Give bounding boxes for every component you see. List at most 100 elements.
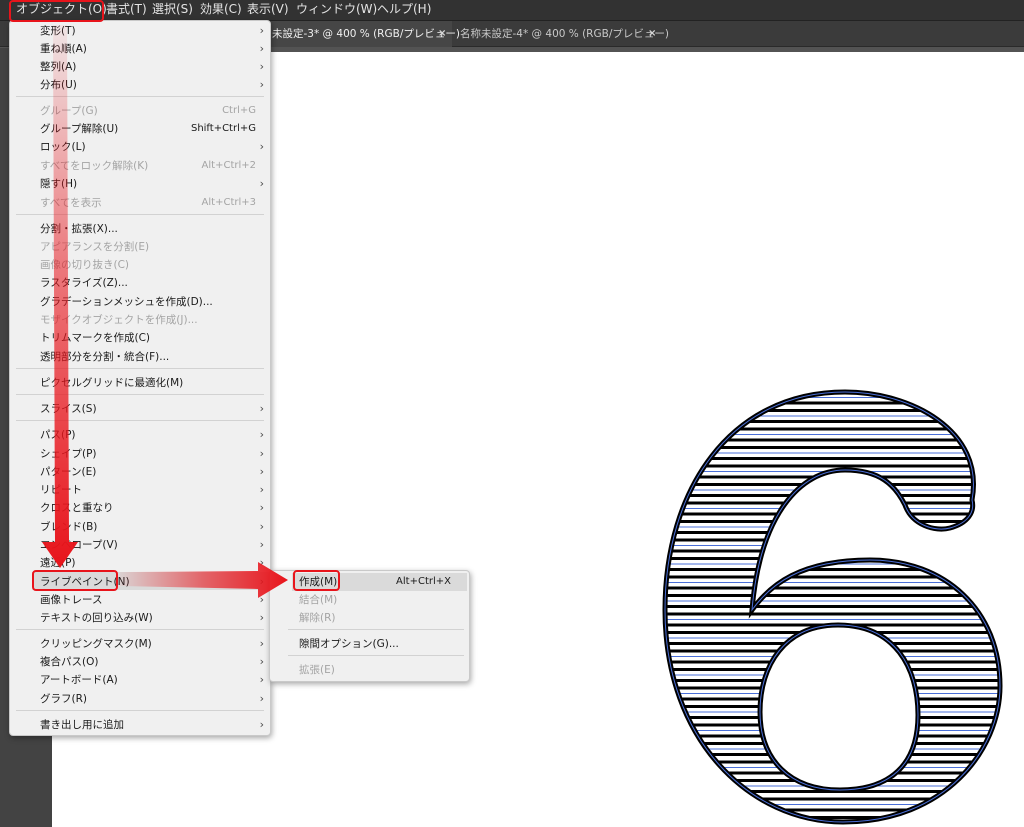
menu-item-label: グループ解除(U): [40, 123, 119, 135]
menu-separator: [16, 629, 264, 630]
submenu-item-label: 結合(M): [299, 594, 338, 606]
chevron-right-icon: ›: [259, 177, 264, 190]
menu-item-label: トリムマークを作成(C): [40, 332, 151, 344]
menu-item-label: 隠す(H): [40, 178, 78, 190]
menu-item-label: グループ(G): [40, 105, 98, 117]
menu-item-label: ブレンド(B): [40, 521, 98, 533]
chevron-right-icon: ›: [259, 520, 264, 533]
menu-item-shortcut: Alt+Ctrl+2: [201, 160, 256, 171]
menu-item-label: モザイクオブジェクトを作成(J)...: [40, 314, 198, 326]
menu-item[interactable]: 透明部分を分割・統合(F)...: [40, 348, 268, 366]
chevron-right-icon: ›: [259, 692, 264, 705]
menu-item: グループ(G) Ctrl+G: [40, 102, 268, 120]
chevron-right-icon: ›: [259, 140, 264, 153]
menu-item[interactable]: ピクセルグリッドに最適化(M): [40, 374, 268, 392]
chevron-right-icon: ›: [259, 538, 264, 551]
menu-item-label: 画像の切り抜き(C): [40, 259, 130, 271]
callout-live-paint: [32, 570, 118, 591]
submenu-item-label: 隙間オプション(G)...: [299, 638, 399, 650]
submenu-item: 拡張(E): [299, 661, 465, 679]
chevron-right-icon: ›: [259, 60, 264, 73]
menu-separator: [16, 420, 264, 421]
menu-item[interactable]: ブレンド(B) ›: [40, 518, 268, 536]
menu-item[interactable]: 隠す(H) ›: [40, 175, 268, 193]
menu-item-label: 分割・拡張(X)...: [40, 223, 118, 235]
menu-separator: [16, 96, 264, 97]
menu-item[interactable]: グラデーションメッシュを作成(D)...: [40, 293, 268, 311]
chevron-right-icon: ›: [259, 428, 264, 441]
submenu-item: 結合(M): [299, 591, 465, 609]
submenu-item-label: 拡張(E): [299, 664, 335, 676]
menu-item-label: スライス(S): [40, 403, 97, 415]
chevron-right-icon: ›: [259, 637, 264, 650]
menu-item[interactable]: 分布(U) ›: [40, 76, 268, 94]
submenu-item[interactable]: 隙間オプション(G)...: [299, 635, 465, 653]
menu-item: すべてを表示 Alt+Ctrl+3: [40, 194, 268, 212]
menu-item[interactable]: 重ね順(A) ›: [40, 40, 268, 58]
menu-item[interactable]: 画像トレース ›: [40, 591, 268, 609]
menu-item-shortcut: Shift+Ctrl+G: [190, 123, 256, 134]
menu-item[interactable]: 変形(T) ›: [40, 22, 268, 40]
chevron-right-icon: ›: [259, 42, 264, 55]
menu-item[interactable]: クリッピングマスク(M) ›: [40, 635, 268, 653]
menu-item: 画像の切り抜き(C): [40, 256, 268, 274]
chevron-right-icon: ›: [259, 483, 264, 496]
chevron-right-icon: ›: [259, 593, 264, 606]
menu-item-label: 整列(A): [40, 61, 77, 73]
menu-item-label: エンベロープ(V): [40, 539, 118, 551]
menu-item[interactable]: グループ解除(U) Shift+Ctrl+G: [40, 120, 268, 138]
menu-item-label: すべてをロック解除(K): [40, 160, 149, 172]
chevron-right-icon: ›: [259, 78, 264, 91]
chevron-right-icon: ›: [259, 718, 264, 731]
menu-item[interactable]: ロック(L) ›: [40, 138, 268, 156]
chevron-right-icon: ›: [259, 402, 264, 415]
menu-separator: [288, 655, 464, 656]
menu-item[interactable]: テキストの回り込み(W) ›: [40, 609, 268, 627]
menu-item[interactable]: アートボード(A) ›: [40, 671, 268, 689]
menu-item-label: 画像トレース: [40, 594, 103, 606]
chevron-right-icon: ›: [259, 556, 264, 569]
menu-item[interactable]: シェイプ(P) ›: [40, 445, 268, 463]
menu-item-label: リピート: [40, 484, 82, 496]
chevron-right-icon: ›: [259, 447, 264, 460]
stripe: [665, 538, 1000, 553]
menu-item[interactable]: トリムマークを作成(C): [40, 329, 268, 347]
menu-item[interactable]: エンベロープ(V) ›: [40, 536, 268, 554]
menu-item[interactable]: パス(P) ›: [40, 426, 268, 444]
menu-item-label: 遠近(P): [40, 557, 76, 569]
menu-item: すべてをロック解除(K) Alt+Ctrl+2: [40, 157, 268, 175]
chevron-right-icon: ›: [259, 501, 264, 514]
menu-item[interactable]: クロスと重なり ›: [40, 499, 268, 517]
menu-item-label: ラスタライズ(Z)...: [40, 277, 128, 289]
menu-item[interactable]: グラフ(R) ›: [40, 690, 268, 708]
app-window: オブジェクト(O) 書式(T) 選択(S) 効果(C) 表示(V) ウィンドウ(…: [0, 0, 1024, 827]
menu-item-label: クロスと重なり: [40, 502, 114, 514]
chevron-right-icon: ›: [259, 655, 264, 668]
menu-item-label: 複合パス(O): [40, 656, 99, 668]
menu-item[interactable]: 整列(A) ›: [40, 58, 268, 76]
menu-item[interactable]: ラスタライズ(Z)...: [40, 274, 268, 292]
submenu-item-label: 解除(R): [299, 612, 336, 624]
menu-separator: [16, 710, 264, 711]
menu-item[interactable]: 書き出し用に追加 ›: [40, 716, 268, 734]
menu-item-label: 書き出し用に追加: [40, 719, 124, 731]
chevron-right-icon: ›: [259, 611, 264, 624]
menu-item-label: テキストの回り込み(W): [40, 612, 153, 624]
menu-item-label: ピクセルグリッドに最適化(M): [40, 377, 184, 389]
menu-item-label: ロック(L): [40, 141, 86, 153]
menu-item[interactable]: スライス(S) ›: [40, 400, 268, 418]
object-menu: 変形(T) › 重ね順(A) › 整列(A) › 分布(U) › グループ(G) Ctrl+G グル…: [9, 20, 271, 736]
menu-item[interactable]: リピート ›: [40, 481, 268, 499]
menu-item: モザイクオブジェクトを作成(J)...: [40, 311, 268, 329]
menu-item[interactable]: 複合パス(O) ›: [40, 653, 268, 671]
menu-item-label: シェイプ(P): [40, 448, 97, 460]
menu-item: アピアランスを分割(E): [40, 238, 268, 256]
menu-item-label: 変形(T): [40, 25, 76, 37]
chevron-right-icon: ›: [259, 24, 264, 37]
chevron-right-icon: ›: [259, 465, 264, 478]
menu-item[interactable]: パターン(E) ›: [40, 463, 268, 481]
callout-make: [293, 570, 340, 591]
menu-item[interactable]: 分割・拡張(X)...: [40, 220, 268, 238]
menu-item-label: パス(P): [40, 429, 76, 441]
menu-separator: [288, 629, 464, 630]
